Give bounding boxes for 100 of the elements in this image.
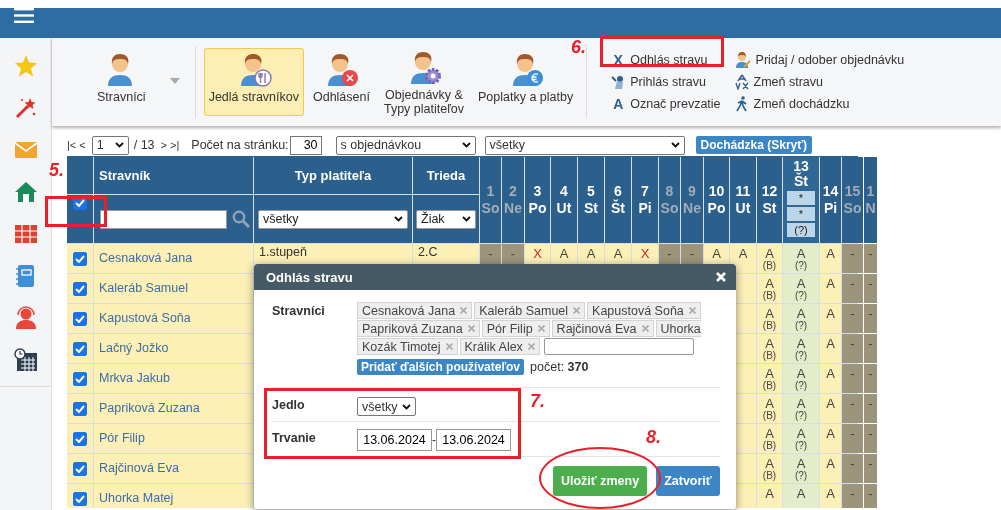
caret-icon[interactable] [169,78,180,84]
meal-cell[interactable]: A (?) [783,244,819,273]
meal-cell[interactable]: A [757,484,782,508]
page-select[interactable]: 1 [91,135,129,155]
per-page-field[interactable]: 30 [289,135,322,155]
meal-cell[interactable]: A [820,274,841,303]
attendance-button[interactable]: Dochádzka (Skryť) [695,136,813,154]
date-from-field[interactable]: 13.06.2024 [357,429,432,451]
day-header: 7 Pi [632,157,658,243]
day-header: 13 Št * * (?) [783,157,819,243]
step-label: 6. [571,37,586,58]
meal-cell[interactable]: A (B) [757,454,782,483]
menu-icon[interactable] [14,8,34,23]
diner-link[interactable]: Pór Filip [99,431,145,446]
day-header: 3 Po [525,157,550,243]
meal-cell[interactable]: A (B) [757,394,782,423]
first-page-link[interactable]: |< [67,139,77,151]
chevron-icon [394,216,403,222]
action-link[interactable]: Zmeň stravu [734,71,905,93]
calendar-icon[interactable] [13,348,38,372]
ribbon-button[interactable]: Stravníci [92,48,185,116]
checkbox[interactable] [73,281,87,296]
checkbox[interactable] [73,251,87,266]
diner-input-field[interactable] [543,338,694,355]
day-header: 2 Ne [502,157,524,243]
meal-cell[interactable]: A (B) [757,244,782,273]
meal-cell[interactable]: A (?) [783,394,819,423]
meal-cell[interactable]: A (?) [783,304,819,333]
meal-cell[interactable]: A [820,334,841,363]
meal-cell[interactable]: A [820,454,841,483]
meal-cell[interactable]: A [820,484,841,508]
person-pen-icon [734,52,751,68]
per-page-label: Počet na stránku: [191,138,289,152]
user-icon[interactable] [13,306,38,330]
action-link[interactable]: Pridaj / odober objednávku [734,49,905,71]
meal-cell[interactable]: A [783,484,819,508]
star-icon[interactable] [13,54,38,78]
glyph-icon: A [611,96,626,112]
action-link[interactable]: Zmeň dochádzku [734,93,905,115]
meal-cell[interactable]: A [820,244,841,273]
magic-wand-icon[interactable] [13,96,38,120]
checkbox[interactable] [73,491,87,506]
name-search-field[interactable] [99,209,227,229]
action-link[interactable]: Prihlás stravu [611,71,721,93]
day-header: 14 Pi [820,157,841,243]
count-text: počet: 370 [530,360,589,374]
next-page-link[interactable]: > [160,139,167,151]
meal-cell[interactable]: A (B) [757,364,782,393]
action-link[interactable]: A Označ prevzatie [611,93,721,115]
meal-cell[interactable]: A (?) [783,364,819,393]
search-icon[interactable] [231,210,250,228]
person-icon [611,75,626,89]
step-label: 5. [49,160,64,181]
date-to-field[interactable]: 13.06.2024 [436,429,511,451]
meal-cell[interactable]: A [820,364,841,393]
meal-cell[interactable]: A [820,424,841,453]
meal-cell[interactable]: A (?) [783,454,819,483]
day-header: 9 Ne [681,157,703,243]
day-header: 11 Ut [730,157,756,243]
checkbox[interactable] [73,461,87,476]
checkbox[interactable] [73,341,87,356]
meal-cell[interactable]: A (B) [757,424,782,453]
last-page-link[interactable]: >| [170,139,180,151]
type-select[interactable]: všetky [484,135,685,155]
meal-cell[interactable]: A (B) [757,334,782,363]
close-icon[interactable] [716,272,726,282]
checkbox[interactable] [73,401,87,416]
chevron-icon [461,142,471,148]
close-button[interactable]: Zatvoriť [656,466,720,496]
meal-cell[interactable]: A (?) [783,424,819,453]
meal-cell[interactable]: A (B) [757,274,782,303]
meal-cell[interactable]: A [820,394,841,423]
previous-page-link[interactable]: < [79,139,86,151]
meal-cell[interactable]: A [820,304,841,333]
payer-select[interactable]: všetky [258,209,408,229]
meal-cell[interactable]: A (?) [783,334,819,363]
chevron-icon [402,403,412,410]
page-total: / 13 [133,138,155,152]
day-header: 8 So [659,157,680,243]
class-select[interactable]: Žiak [416,209,476,229]
order-select[interactable]: s objednávkou [335,135,476,155]
day-filter[interactable]: * [787,191,815,205]
home-icon[interactable] [13,180,38,204]
day-filter[interactable]: * [787,207,815,221]
table-icon[interactable] [13,222,38,246]
day-filter[interactable]: (?) [787,223,815,237]
swap-icon [734,74,749,90]
add-users-button[interactable]: Pridať ďalších používateľov [357,359,525,375]
ribbon-button[interactable]: Odhlásení [307,48,375,116]
day-header: 4 Ut [551,157,577,243]
meal-cell[interactable]: A [730,244,756,273]
checkbox[interactable] [73,431,87,446]
checkbox[interactable] [73,371,87,386]
ribbon-button[interactable]: Jedlá stravníkov [203,48,304,116]
meal-cell[interactable]: A (B) [757,304,782,333]
meal-select[interactable]: všetky [357,397,417,416]
meal-cell[interactable]: A (?) [783,274,819,303]
ribbon-button[interactable]: Objednávky & Typy platiteľov [378,45,470,119]
diner-tag: Rajčinová Eva [551,320,654,337]
checkbox[interactable] [73,311,87,326]
